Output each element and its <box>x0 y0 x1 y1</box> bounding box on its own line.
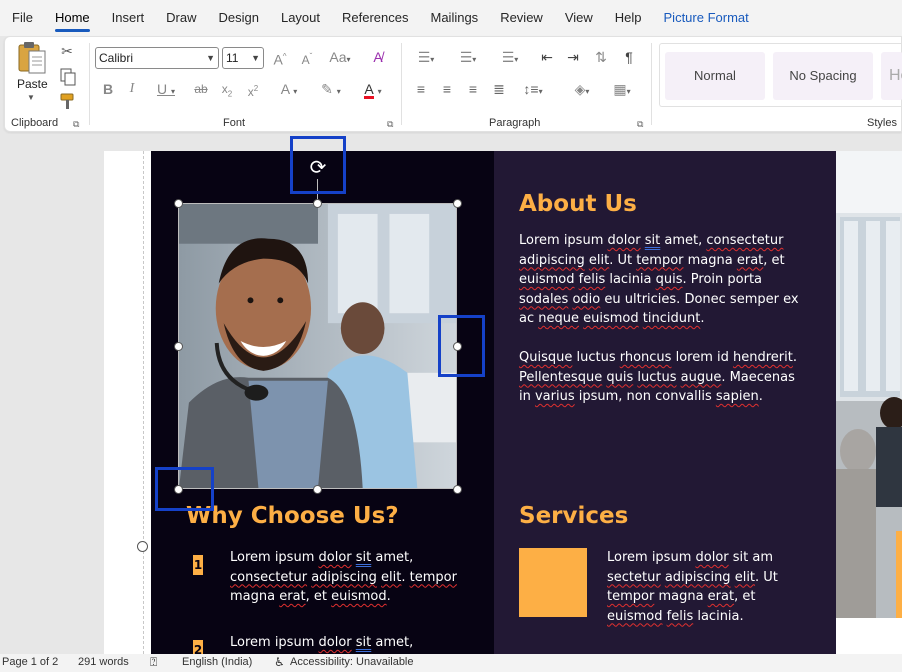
tab-file[interactable]: File <box>0 0 44 36</box>
cut-icon[interactable]: ✂ <box>57 41 77 61</box>
tab-mailings[interactable]: Mailings <box>420 0 490 36</box>
why-item-2[interactable]: Lorem ipsum dolor sit amet, <box>230 633 470 653</box>
status-accessibility[interactable]: Accessibility: Unavailable <box>290 656 414 668</box>
tab-references[interactable]: References <box>331 0 419 36</box>
font-launcher-icon[interactable]: ⧉ <box>387 119 393 130</box>
bullets-icon[interactable]: ☰▾ <box>409 47 443 67</box>
italic-icon[interactable]: I <box>123 79 141 99</box>
paste-icon[interactable] <box>17 41 47 75</box>
show-formatting-icon[interactable]: ¶ <box>619 47 639 67</box>
bold-icon[interactable]: B <box>99 79 117 99</box>
paste-dropdown-icon[interactable]: ▼ <box>27 93 35 102</box>
paragraph-launcher-icon[interactable]: ⧉ <box>637 119 643 130</box>
about-heading[interactable]: About Us <box>519 191 637 217</box>
tab-picture-format[interactable]: Picture Format <box>653 0 760 36</box>
why-heading[interactable]: Why Choose Us? <box>186 503 399 529</box>
change-case-icon[interactable]: Aa▾ <box>325 47 355 67</box>
grow-font-icon[interactable]: A^ <box>270 47 290 68</box>
office-photo-right[interactable] <box>836 151 902 618</box>
font-name-value: Calibri <box>99 51 134 65</box>
align-center-icon[interactable]: ≡ <box>437 79 457 99</box>
subscript-icon[interactable]: x2 <box>217 79 237 99</box>
resize-handle-bottom[interactable] <box>313 485 322 494</box>
chevron-down-icon: ▼ <box>251 53 260 63</box>
borders-icon[interactable]: ▦▾ <box>605 79 639 99</box>
strikethrough-icon[interactable]: ab <box>191 79 211 99</box>
align-right-icon[interactable]: ≡ <box>463 79 483 99</box>
menu-bar: File Home Insert Draw Design Layout Refe… <box>0 0 902 36</box>
text-effects-icon[interactable]: A ▾ <box>273 79 305 99</box>
ribbon-separator <box>401 43 402 125</box>
resize-handle-top[interactable] <box>313 199 322 208</box>
style-heading[interactable]: He <box>881 52 902 100</box>
shrink-font-icon[interactable]: Aˇ <box>297 47 317 67</box>
document-canvas[interactable]: About Us Lorem ipsum dolor sit amet, con… <box>0 134 902 654</box>
ribbon-separator <box>89 43 90 125</box>
services-heading[interactable]: Services <box>519 503 628 529</box>
list-number-badge: 1 <box>193 555 203 575</box>
services-text[interactable]: Lorem ipsum dolor sit am sectetur adipis… <box>607 548 789 626</box>
sort-icon[interactable]: ⇅ <box>591 47 611 67</box>
font-size-combo[interactable]: 11 ▼ <box>222 47 264 69</box>
proofing-icon[interactable]: ⍰ <box>150 655 157 670</box>
highlight-color-icon[interactable]: ✎ ▾ <box>313 79 349 99</box>
shape-anchor-handle[interactable] <box>137 541 148 552</box>
font-color-icon[interactable]: A ▾ <box>355 79 391 99</box>
numbering-icon[interactable]: ☰▾ <box>451 47 485 67</box>
about-paragraph-2[interactable]: Quisque luctus rhoncus lorem id hendreri… <box>519 348 799 407</box>
services-accent-box[interactable] <box>519 548 587 617</box>
resize-handle-top-left[interactable] <box>174 199 183 208</box>
highlight-right-handle <box>438 315 485 377</box>
group-label-styles: Styles <box>867 117 897 129</box>
selected-photo[interactable] <box>178 203 457 489</box>
align-left-icon[interactable]: ≡ <box>411 79 431 99</box>
status-language[interactable]: English (India) <box>182 656 252 668</box>
highlight-bottom-left-handle <box>155 467 214 511</box>
font-size-value: 11 <box>226 51 239 65</box>
multilevel-list-icon[interactable]: ☰▾ <box>493 47 527 67</box>
tab-help[interactable]: Help <box>604 0 653 36</box>
copy-icon[interactable] <box>59 67 77 87</box>
group-label-clipboard: Clipboard <box>11 117 59 129</box>
about-paragraph-1[interactable]: Lorem ipsum dolor sit amet, consectetur … <box>519 231 799 329</box>
chevron-down-icon: ▼ <box>206 53 215 63</box>
group-label-paragraph: Paragraph <box>489 117 541 129</box>
clipboard-launcher-icon[interactable]: ⧉ <box>73 119 79 130</box>
increase-indent-icon[interactable]: ⇥ <box>563 47 583 67</box>
resize-handle-top-right[interactable] <box>453 199 462 208</box>
paste-button[interactable]: Paste <box>17 77 48 91</box>
highlight-rotate-handle <box>290 136 346 194</box>
superscript-icon[interactable]: x2 <box>243 79 263 99</box>
list-number-badge: 2 <box>193 640 203 654</box>
group-label-font: Font <box>223 117 246 129</box>
underline-icon[interactable]: U ▾ <box>149 79 183 99</box>
why-item-1[interactable]: Lorem ipsum dolor sit amet, consectetur … <box>230 548 470 607</box>
tab-design[interactable]: Design <box>208 0 270 36</box>
format-painter-icon[interactable] <box>59 91 77 111</box>
tab-review[interactable]: Review <box>489 0 554 36</box>
tab-draw[interactable]: Draw <box>155 0 207 36</box>
font-name-combo[interactable]: Calibri ▼ <box>95 47 219 69</box>
resize-handle-bottom-right[interactable] <box>453 485 462 494</box>
tab-insert[interactable]: Insert <box>101 0 156 36</box>
clear-formatting-icon[interactable]: A̸ <box>367 47 389 67</box>
resize-handle-left[interactable] <box>174 342 183 351</box>
line-spacing-icon[interactable]: ↕≡▾ <box>515 79 551 99</box>
style-normal[interactable]: Normal <box>665 52 765 100</box>
accessibility-icon[interactable]: ♿ <box>274 655 285 669</box>
tab-home[interactable]: Home <box>44 0 101 36</box>
tab-layout[interactable]: Layout <box>270 0 331 36</box>
status-bar: Page 1 of 2 291 words ⍰ English (India) … <box>0 654 902 672</box>
margin-guide <box>143 151 144 654</box>
justify-icon[interactable]: ≣ <box>489 79 509 99</box>
status-words[interactable]: 291 words <box>78 656 129 668</box>
ribbon-separator <box>651 43 652 125</box>
tab-view[interactable]: View <box>554 0 604 36</box>
decrease-indent-icon[interactable]: ⇤ <box>537 47 557 67</box>
style-no-spacing[interactable]: No Spacing <box>773 52 873 100</box>
status-page[interactable]: Page 1 of 2 <box>2 656 58 668</box>
ribbon: Paste ▼ ✂ Clipboard ⧉ Calibri ▼ 11 ▼ A^ … <box>4 36 902 132</box>
shading-icon[interactable]: ◈▾ <box>565 79 599 99</box>
